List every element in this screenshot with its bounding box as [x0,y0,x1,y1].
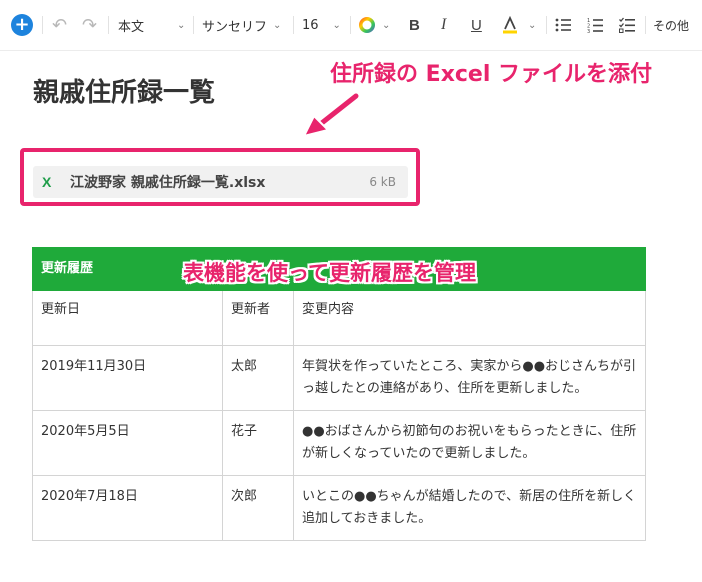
highlight-dropdown[interactable]: ⌄ [502,0,536,50]
chevron-down-icon: ⌄ [382,19,391,31]
column-header-author[interactable]: 更新者 [222,290,294,346]
attachment-file-name: 江波野家 親戚住所録一覧.xlsx [70,175,266,191]
row-change-cell[interactable]: ●●おばさんから初節句のお祝いをもらったときに、住所が新しくなっていたので更新し… [292,410,647,476]
underline-icon[interactable]: U [471,0,482,50]
more-options-button[interactable]: その他 [653,0,689,50]
annotation-arrow [303,92,360,137]
undo-icon[interactable]: ↶ [52,0,67,50]
color-wheel-icon [359,17,375,33]
numbered-list-icon[interactable]: 1 2 3 [587,0,603,50]
chevron-down-icon: ⌄ [528,19,537,31]
italic-icon[interactable]: I [441,0,446,50]
paragraph-style-label: 本文 [118,19,145,35]
page-title[interactable]: 親戚住所録一覧 [33,72,215,109]
text-color-dropdown[interactable]: ⌄ [358,0,390,50]
table-row: 2020年5月5日 花子 ●●おばさんから初節句のお祝いをもらったときに、住所が… [32,410,647,476]
table-row: 2020年7月18日 次郎 いとこの●●ちゃんが結婚したので、新居の住所を新しく… [32,475,647,541]
column-header-change[interactable]: 変更内容 [292,290,647,346]
toolbar-divider [546,16,547,34]
highlighter-icon [503,16,517,34]
row-change-cell[interactable]: いとこの●●ちゃんが結婚したので、新居の住所を新しく追加しておきました。 [292,475,647,541]
svg-text:3: 3 [587,29,590,33]
bold-icon[interactable]: B [409,0,420,50]
table-row: 2019年11月30日 太郎 年賀状を作っていたところ、実家から●●おじさんちが… [32,345,647,411]
chevron-down-icon: ⌄ [332,19,341,31]
attachment-file-size: 6 kB [369,175,396,189]
row-date-cell[interactable]: 2020年5月5日 [32,410,223,476]
excel-file-icon: X [42,174,52,190]
editor-toolbar: + ↶ ↷ 本文 ⌄ サンセリフ ⌄ 16 ⌄ ⌄ B I U ⌄ 1 2 3 … [0,0,702,51]
row-date-cell[interactable]: 2020年7月18日 [32,475,223,541]
chevron-down-icon: ⌄ [273,19,282,31]
font-size-label: 16 [302,17,319,33]
row-author-cell[interactable]: 花子 [222,410,294,476]
toolbar-divider [42,16,43,34]
font-family-dropdown[interactable]: サンセリフ ⌄ [202,0,281,50]
update-history-table[interactable]: 更新履歴 更新日 更新者 変更内容 2019年11月30日 太郎 年賀状を作って… [31,247,647,541]
table-annotation: 表機能を使って更新履歴を管理 [183,261,476,285]
bulleted-list-icon[interactable] [555,0,571,50]
font-family-label: サンセリフ [202,19,268,35]
attachment-annotation: 住所録の Excel ファイルを添付 [330,62,653,87]
chevron-down-icon: ⌄ [177,19,186,31]
row-author-cell[interactable]: 次郎 [222,475,294,541]
row-date-cell[interactable]: 2019年11月30日 [32,345,223,411]
font-size-dropdown[interactable]: 16 ⌄ [302,0,341,50]
insert-plus-button[interactable]: + [11,14,33,36]
column-header-date[interactable]: 更新日 [32,290,223,346]
paragraph-style-dropdown[interactable]: 本文 ⌄ [118,0,185,50]
toolbar-divider [193,16,194,34]
redo-icon[interactable]: ↷ [82,0,97,50]
toolbar-divider [350,16,351,34]
toolbar-divider [293,16,294,34]
checklist-icon[interactable] [619,0,635,50]
toolbar-divider [108,16,109,34]
toolbar-divider [645,16,646,34]
row-change-cell[interactable]: 年賀状を作っていたところ、実家から●●おじさんちが引っ越したとの連絡があり、住所… [292,345,647,411]
file-attachment[interactable]: X 江波野家 親戚住所録一覧.xlsx 6 kB [33,166,408,198]
row-author-cell[interactable]: 太郎 [222,345,294,411]
